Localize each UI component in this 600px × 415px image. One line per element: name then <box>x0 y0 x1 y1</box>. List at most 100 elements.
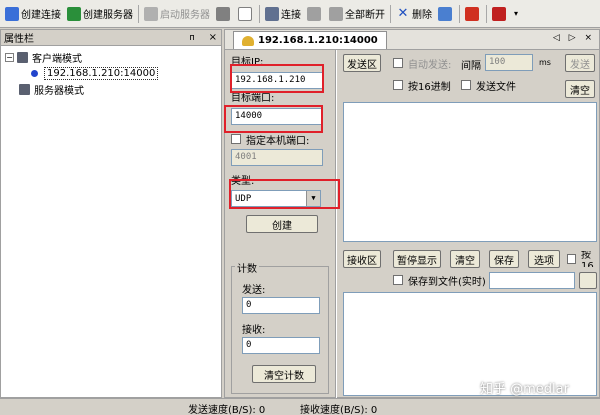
local-port-input[interactable]: 4001 <box>231 149 323 166</box>
connect-button[interactable]: 连接 <box>262 3 304 25</box>
status-bar: 发送速度(B/S): 0 接收速度(B/S): 0 <box>0 398 600 415</box>
connection-icon <box>31 69 38 77</box>
recv-speed-status: 接收速度(B/S): 0 <box>300 405 378 415</box>
send-clear-button[interactable]: 清空 <box>565 80 595 98</box>
client-mode-label: 客户端模式 <box>32 53 82 65</box>
tree-item-connection[interactable]: 192.168.1.210:14000 <box>5 65 221 81</box>
start-server-button[interactable]: 启动服务器 <box>141 3 213 25</box>
close-icon[interactable]: × <box>209 32 217 43</box>
link-button[interactable] <box>213 3 235 25</box>
local-port-label: 指定本机端口: <box>246 135 310 147</box>
save-to-file-label: 保存到文件(实时) <box>408 276 486 288</box>
tab-bar: 192.168.1.210:14000 ◁ ▷ × <box>225 30 599 50</box>
property-panel: 属性栏 ᴨ × − 客户端模式 192.168.1.210:14000 服务器模… <box>0 29 222 398</box>
send-area-tab[interactable]: 发送区 <box>343 54 381 72</box>
local-port-checkbox-row[interactable]: 指定本机端口: <box>231 131 341 147</box>
cancel-button[interactable] <box>235 3 257 25</box>
send-file-label: 发送文件 <box>476 81 516 93</box>
recv-hex-checkbox[interactable] <box>567 254 577 264</box>
create-server-button[interactable]: 创建服务器 <box>64 3 136 25</box>
toolbar: 创建连接 创建服务器 启动服务器 连接 全部断开 ✕ 删除 ▾ <box>0 0 600 28</box>
target-ip-highlight <box>230 64 324 93</box>
disconnect-button[interactable] <box>304 3 326 25</box>
column-divider <box>335 50 337 399</box>
property-panel-title: 属性栏 <box>4 34 34 45</box>
disconnect-all-icon <box>329 6 343 21</box>
type-highlight <box>229 179 340 209</box>
target-port-highlight <box>224 105 323 133</box>
tab-label: 192.168.1.210:14000 <box>258 35 378 46</box>
delete-label: 删除 <box>412 10 432 21</box>
send-file-checkbox-row[interactable]: 发送文件 <box>461 77 516 93</box>
send-hex-checkbox-row[interactable]: 按16进制 <box>393 77 451 93</box>
connection-tree: − 客户端模式 192.168.1.210:14000 服务器模式 <box>1 46 221 97</box>
clear-count-button[interactable]: 清空计数 <box>252 365 316 383</box>
tab-connection[interactable]: 192.168.1.210:14000 <box>233 31 387 49</box>
create-server-label: 创建服务器 <box>83 10 133 21</box>
stop-button[interactable] <box>462 3 484 25</box>
new-connection-icon <box>5 6 19 21</box>
auto-send-checkbox-row[interactable]: 自动发送: <box>393 55 451 71</box>
recv-hex-label: 按16 <box>581 251 594 267</box>
start-server-icon <box>144 6 158 21</box>
count-group: 计数 发送: 0 接收: 0 清空计数 <box>231 260 329 394</box>
connection-content: 目标IP: 192.168.1.210 目标端口: 14000 指定本机端口: … <box>225 50 600 399</box>
settings-button[interactable] <box>435 3 457 25</box>
recv-hex-checkbox-row[interactable]: 按16 <box>567 251 600 267</box>
help-icon <box>492 6 506 21</box>
disconnect-all-label: 全部断开 <box>345 10 385 21</box>
disconnect-all-button[interactable]: 全部断开 <box>326 3 388 25</box>
send-button[interactable]: 发送 <box>565 54 595 72</box>
browse-file-button[interactable] <box>579 272 597 289</box>
help-button[interactable] <box>489 3 511 25</box>
toolbar-separator <box>486 4 487 23</box>
recv-clear-button[interactable]: 清空 <box>450 250 480 268</box>
cancel-icon <box>238 6 252 21</box>
save-to-file-checkbox[interactable] <box>393 275 403 285</box>
recv-save-button[interactable]: 保存 <box>489 250 519 268</box>
options-button[interactable]: 选项 <box>528 250 560 268</box>
save-to-file-checkbox-row[interactable]: 保存到文件(实时) <box>393 272 486 288</box>
pause-display-button[interactable]: 暂停显示 <box>393 250 441 268</box>
send-count-field: 0 <box>242 297 320 314</box>
server-icon <box>67 6 81 21</box>
toolbar-separator <box>138 4 139 23</box>
start-server-label: 启动服务器 <box>160 10 210 21</box>
recv-area-tab[interactable]: 接收区 <box>343 250 381 268</box>
target-port-label: 目标端口: <box>231 93 275 104</box>
create-button[interactable]: 创建 <box>246 215 318 233</box>
tree-item-server-mode[interactable]: 服务器模式 <box>5 81 221 97</box>
client-mode-icon <box>17 51 28 63</box>
connect-label: 连接 <box>281 10 301 21</box>
delete-button[interactable]: ✕ 删除 <box>393 3 435 25</box>
send-file-checkbox[interactable] <box>461 80 471 90</box>
interval-label: 间隔 <box>461 61 481 72</box>
recv-count-field: 0 <box>242 337 320 354</box>
toolbar-separator <box>459 4 460 23</box>
send-speed-status: 发送速度(B/S): 0 <box>188 405 266 415</box>
toolbar-separator <box>390 4 391 23</box>
gear-icon <box>438 6 452 21</box>
interval-input[interactable]: 100 <box>485 54 533 71</box>
send-hex-checkbox[interactable] <box>393 80 403 90</box>
connect-icon <box>265 6 279 21</box>
collapse-icon[interactable]: − <box>5 52 14 62</box>
property-panel-header: 属性栏 ᴨ × <box>1 30 221 46</box>
save-file-path-input[interactable] <box>489 272 575 289</box>
auto-send-checkbox[interactable] <box>393 58 403 68</box>
toolbar-overflow-button[interactable]: ▾ <box>511 3 521 25</box>
send-text-area[interactable] <box>343 102 597 242</box>
send-count-label: 发送: <box>242 285 266 296</box>
recv-count-label: 接收: <box>242 325 266 336</box>
watermark: 知乎 @medlar <box>480 382 569 397</box>
send-hex-label: 按16进制 <box>408 81 451 93</box>
create-connection-button[interactable]: 创建连接 <box>2 3 64 25</box>
tree-item-client-mode[interactable]: − 客户端模式 <box>5 49 221 65</box>
pin-icon[interactable]: ᴨ <box>190 33 195 43</box>
stop-icon <box>465 6 479 21</box>
connection-label: 192.168.1.210:14000 <box>44 66 159 80</box>
tab-controls[interactable]: ◁ ▷ × <box>553 33 595 43</box>
local-port-checkbox[interactable] <box>231 134 241 144</box>
toolbar-separator <box>259 4 260 23</box>
auto-send-label: 自动发送: <box>408 59 452 71</box>
